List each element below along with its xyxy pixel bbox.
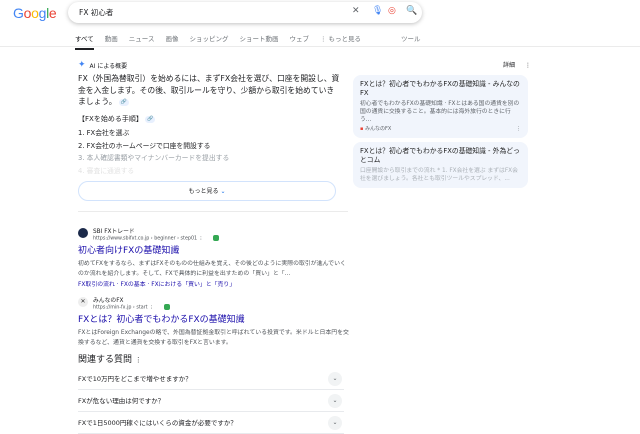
tab-news[interactable]: ニュース: [129, 33, 155, 50]
source-card[interactable]: FXとは？初心者でもわかるFXの基礎知識 - みんなのFX 初心者でもわかるFX…: [353, 75, 528, 138]
step-item: 4. 審査に通過する: [78, 166, 135, 175]
related-question[interactable]: FXが危ない理由は何ですか？ ⌄: [78, 390, 344, 412]
more-vert-icon[interactable]: ⋮: [135, 356, 142, 364]
related-question[interactable]: FXで10万円をどこまで増やせますか？ ⌄: [78, 368, 344, 390]
steps-list: 1. FX会社を選ぶ 2. FX会社のホームページで口座を開設する 3. 本人確…: [78, 127, 229, 177]
step-item: 1. FX会社を選ぶ: [78, 129, 130, 137]
chevron-down-icon: ⌄: [220, 188, 226, 195]
lens-icon[interactable]: ◎: [388, 6, 396, 16]
result-snippet: FXとはForeign Exchangeの略で、外国為替証拠金取引と呼ばれている…: [78, 330, 349, 346]
site-favicon: ▪: [360, 126, 364, 132]
tab-short-videos[interactable]: ショート動画: [239, 33, 278, 50]
tab-videos[interactable]: 動画: [105, 33, 118, 50]
related-question[interactable]: FXで1日5000円稼ぐにはいくらの資金が必要ですか？ ⌄: [78, 412, 344, 434]
microphone-icon[interactable]: 🎙: [372, 6, 383, 16]
search-tabs: すべて 動画 ニュース 画像 ショッピング ショート動画 ウェブ ⋮ もっと見る: [75, 33, 361, 50]
clear-icon[interactable]: ✕: [352, 6, 360, 16]
step-item: 3. 本人確認書類やマイナンバーカードを提出する: [78, 154, 230, 162]
ai-overview-header: ✦ AI による概要: [78, 60, 127, 70]
source-title[interactable]: FXとは？初心者でもわかるFXの基礎知識 - 外為どっとコム: [360, 147, 521, 165]
details-button[interactable]: 詳細 ⋮: [503, 60, 531, 69]
tab-all[interactable]: すべて: [75, 33, 94, 50]
tab-more[interactable]: ⋮ もっと見る: [320, 33, 361, 50]
link-icon[interactable]: 🔗: [119, 98, 130, 106]
source-snippet: 口座開設から取引までの流れ * 1. FX会社を選ぶ まずはFX会社を選びましょ…: [360, 168, 518, 182]
divider: [78, 211, 348, 212]
google-logo[interactable]: Google: [13, 5, 57, 21]
show-more-button[interactable]: もっと見る ⌄: [78, 181, 336, 201]
site-favicon: [78, 228, 88, 238]
source-site: みんなのFX: [364, 126, 392, 132]
result-source: みんなのFX: [93, 298, 124, 304]
tools-button[interactable]: ツール: [401, 33, 421, 43]
step-item: 2. FX会社のホームページで口座を開設する: [78, 141, 211, 150]
result-sitelinks[interactable]: FX取引の流れ · FXの基本 · FXにおける「買い」と「売り」: [78, 279, 350, 288]
source-snippet: 初心者でもわかるFXの基礎知識 · FXとはある国の通貨を別の国の通貨に交換する…: [360, 101, 520, 123]
chevron-down-icon: ⌄: [328, 416, 342, 430]
steps-heading: 【FXを始める手順】 🔗: [78, 115, 156, 123]
tab-web[interactable]: ウェブ: [289, 33, 309, 50]
search-icon[interactable]: 🔍: [406, 6, 417, 16]
source-site-row: ▪ みんなのFX ⋮: [360, 126, 521, 133]
more-vert-icon: ⋮: [525, 62, 532, 69]
related-questions-heading: 関連する質問 ⋮: [78, 355, 142, 365]
divider: [0, 46, 640, 47]
source-cards: FXとは？初心者でもわかるFXの基礎知識 - みんなのFX 初心者でもわかるFX…: [353, 75, 528, 188]
source-card[interactable]: FXとは？初心者でもわかるFXの基礎知識 - 外為どっとコム 口座開設から取引ま…: [353, 142, 528, 188]
result-title-link[interactable]: 初心者向けFXの基礎知識: [78, 243, 350, 256]
ai-overview-label: AI による概要: [89, 62, 128, 70]
result-source: SBI FXトレード: [93, 229, 135, 235]
search-box[interactable]: FX 初心者 ✕ 🎙 ◎ 🔍: [68, 2, 422, 23]
result-snippet: 初めてFXをするなら、まずはFXそのものの仕組みを覚え、その後どのように実際の取…: [78, 261, 346, 277]
chevron-down-icon: ⌄: [328, 372, 342, 386]
site-favicon: ✕: [78, 297, 88, 307]
ai-overview-text: FX（外国為替取引）を始めるには、まずFX会社を選び、口座を開設し、資金を入金し…: [78, 74, 340, 106]
tab-shopping[interactable]: ショッピング: [189, 33, 228, 50]
link-icon[interactable]: 🔗: [145, 115, 156, 123]
chevron-down-icon: ⌄: [328, 394, 342, 408]
search-input[interactable]: FX 初心者: [79, 7, 113, 18]
tab-images[interactable]: 画像: [165, 33, 178, 50]
sparkle-icon: ✦: [78, 60, 86, 70]
more-vert-icon[interactable]: ⋮: [516, 126, 521, 133]
result-title-link[interactable]: FXとは？初心者でもわかるFXの基礎知識: [78, 312, 350, 325]
source-title[interactable]: FXとは？初心者でもわかるFXの基礎知識 - みんなのFX: [360, 80, 521, 98]
